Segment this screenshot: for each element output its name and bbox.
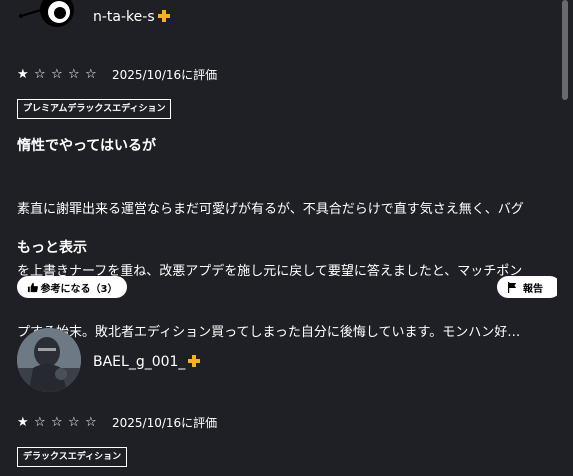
- rating-row: ★ ☆ ☆ ☆ ☆ 2025/10/16に評価: [17, 414, 217, 431]
- star-empty-icon: ☆: [51, 67, 63, 82]
- star-empty-icon: ☆: [68, 67, 80, 82]
- star-filled-icon: ★: [17, 415, 29, 430]
- review-date: 2025/10/16に評価: [112, 68, 218, 82]
- helpful-button[interactable]: 参考になる（3）: [17, 276, 127, 298]
- star-rating: ★ ☆ ☆ ☆ ☆: [17, 67, 102, 82]
- avatar[interactable]: [17, 328, 81, 392]
- helpful-label: 参考になる（3）: [40, 283, 118, 295]
- star-rating: ★ ☆ ☆ ☆ ☆: [17, 415, 102, 430]
- avatar-image: [17, 328, 81, 392]
- show-more-link[interactable]: もっと表示: [17, 237, 87, 257]
- review-card: n-ta-ke-s ★ ☆ ☆ ☆ ☆ 2025/10/16に評価 プレミアムデラックス…: [0, 0, 561, 340]
- star-empty-icon: ☆: [34, 415, 46, 430]
- ps-plus-icon: [157, 10, 170, 22]
- star-filled-icon: ★: [17, 67, 29, 82]
- star-empty-icon: ☆: [85, 67, 97, 82]
- star-empty-icon: ☆: [68, 415, 80, 430]
- username[interactable]: BAEL_g_001_: [93, 354, 201, 370]
- review-date: 2025/10/16に評価: [112, 416, 218, 430]
- avatar-image: [19, 0, 74, 27]
- report-label: 報告: [523, 283, 543, 295]
- review-title: 惰性でやってはいるが: [17, 138, 157, 154]
- thumbs-up-icon: [27, 282, 38, 292]
- edition-badge: デラックスエディション: [17, 447, 128, 467]
- scrollbar-thumb[interactable]: [562, 0, 568, 100]
- star-empty-icon: ☆: [51, 415, 63, 430]
- scrollbar[interactable]: [557, 0, 573, 476]
- review-card: BAEL_g_001_ ★ ☆ ☆ ☆ ☆ 2025/10/16に評価 デラックスエディ…: [0, 310, 557, 476]
- username[interactable]: n-ta-ke-s: [93, 9, 171, 25]
- star-empty-icon: ☆: [34, 67, 46, 82]
- avatar[interactable]: [17, 0, 81, 44]
- rating-row: ★ ☆ ☆ ☆ ☆ 2025/10/16に評価: [17, 66, 217, 83]
- review-body-line: 素直に謝罪出来る運営ならまだ可愛げが有るが、不具合だらけで直す気さえ無く、バグ: [17, 202, 524, 217]
- edition-badge: プレミアムデラックスエディション: [17, 99, 172, 119]
- ps-plus-icon: [188, 355, 201, 367]
- star-empty-icon: ☆: [85, 415, 97, 430]
- report-button[interactable]: 報告: [497, 276, 561, 298]
- flag-icon: [508, 281, 517, 293]
